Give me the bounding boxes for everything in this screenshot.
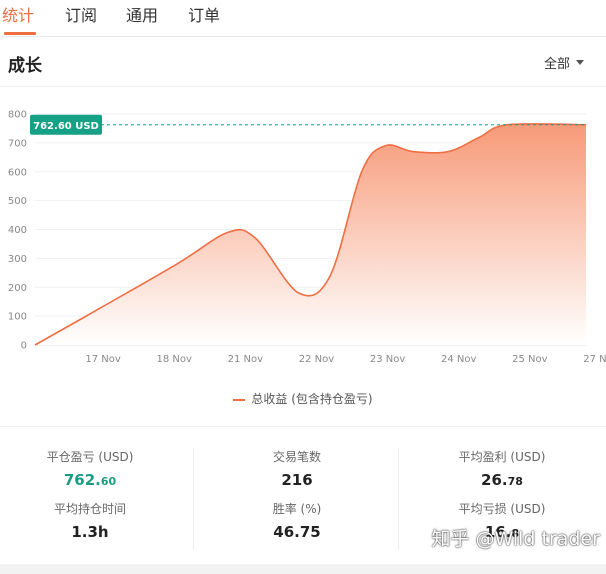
y-tick-label: 500: [8, 196, 27, 207]
x-tick-label: 18 Nov: [157, 354, 193, 365]
stat-value: 46.75: [273, 523, 321, 541]
stat-label: 平均持仓时间: [53, 502, 126, 516]
caret-down-icon: [576, 60, 584, 65]
stat-value: 216: [281, 471, 313, 489]
chart-area-series: [35, 123, 586, 345]
tab-bar: 统计 订阅 通用 订单: [0, 0, 606, 37]
stat-trades: 交易笔数 216: [207, 448, 387, 489]
tab-statistics[interactable]: 统计: [2, 2, 34, 26]
stats-divider: [0, 426, 606, 427]
x-tick-label: 22 Nov: [299, 354, 335, 365]
x-tick-label: 17 Nov: [85, 354, 121, 365]
range-filter-dropdown[interactable]: 全部: [544, 53, 584, 72]
y-tick-label: 600: [8, 167, 27, 178]
tab-orders[interactable]: 订单: [188, 2, 220, 26]
header-divider: [0, 86, 606, 87]
stat-win-rate: 胜率 (%) 46.75: [207, 500, 387, 541]
y-axis: 0 100 200 300 400 500 600 700 800: [8, 110, 27, 352]
x-tick-label: 25 Nov: [512, 354, 548, 365]
stat-closed-pl: 平仓盈亏 (USD) 762.60: [0, 448, 180, 489]
tab-subscribe[interactable]: 订阅: [65, 2, 97, 26]
stats-column-divider: [398, 448, 399, 550]
section-title: 成长: [8, 56, 42, 76]
watermark: 知乎 @Wild trader: [431, 528, 600, 550]
stat-label: 交易笔数: [272, 450, 321, 464]
tab-general[interactable]: 通用: [126, 2, 158, 26]
x-tick-label: 23 Nov: [370, 354, 406, 365]
chart-legend[interactable]: 总收益 (包含持仓盈亏): [0, 390, 606, 407]
legend-label: 总收益 (包含持仓盈亏): [251, 392, 373, 406]
x-tick-label: 27 Nov: [583, 354, 606, 365]
legend-swatch: [233, 398, 246, 401]
y-tick-label: 300: [8, 254, 27, 265]
stat-label: 平均亏损 (USD): [458, 502, 546, 516]
stat-avg-hold: 平均持仓时间 1.3h: [0, 500, 180, 541]
bottom-bar: [0, 564, 606, 574]
y-tick-label: 0: [21, 341, 27, 352]
stat-label: 平仓盈亏 (USD): [46, 450, 134, 464]
stat-value: 1.3h: [71, 523, 109, 541]
x-tick-label: 21 Nov: [228, 354, 264, 365]
stat-label: 平均盈利 (USD): [458, 450, 546, 464]
y-tick-label: 100: [8, 312, 27, 323]
y-tick-label: 800: [8, 110, 27, 121]
stat-avg-profit: 平均盈利 (USD) 26.78: [412, 448, 592, 489]
stats-column-divider: [193, 448, 194, 550]
x-axis: 17 Nov 18 Nov 21 Nov 22 Nov 23 Nov 24 Nov 25 N…: [35, 344, 606, 365]
range-filter-label: 全部: [543, 57, 570, 72]
current-value-label: 762.60 USD: [33, 121, 99, 132]
active-tab-indicator: [4, 32, 36, 35]
stat-value: 26.78: [481, 471, 523, 489]
y-tick-label: 700: [8, 138, 27, 149]
x-tick-label: 24 Nov: [441, 354, 477, 365]
y-tick-label: 200: [8, 283, 27, 294]
growth-chart: 0 100 200 300 400 500 600 700 800 17 Nov 18 Nov 21…: [8, 110, 606, 366]
stat-value: 762.60: [63, 471, 117, 489]
y-tick-label: 400: [8, 225, 27, 236]
stat-label: 胜率 (%): [272, 502, 322, 516]
